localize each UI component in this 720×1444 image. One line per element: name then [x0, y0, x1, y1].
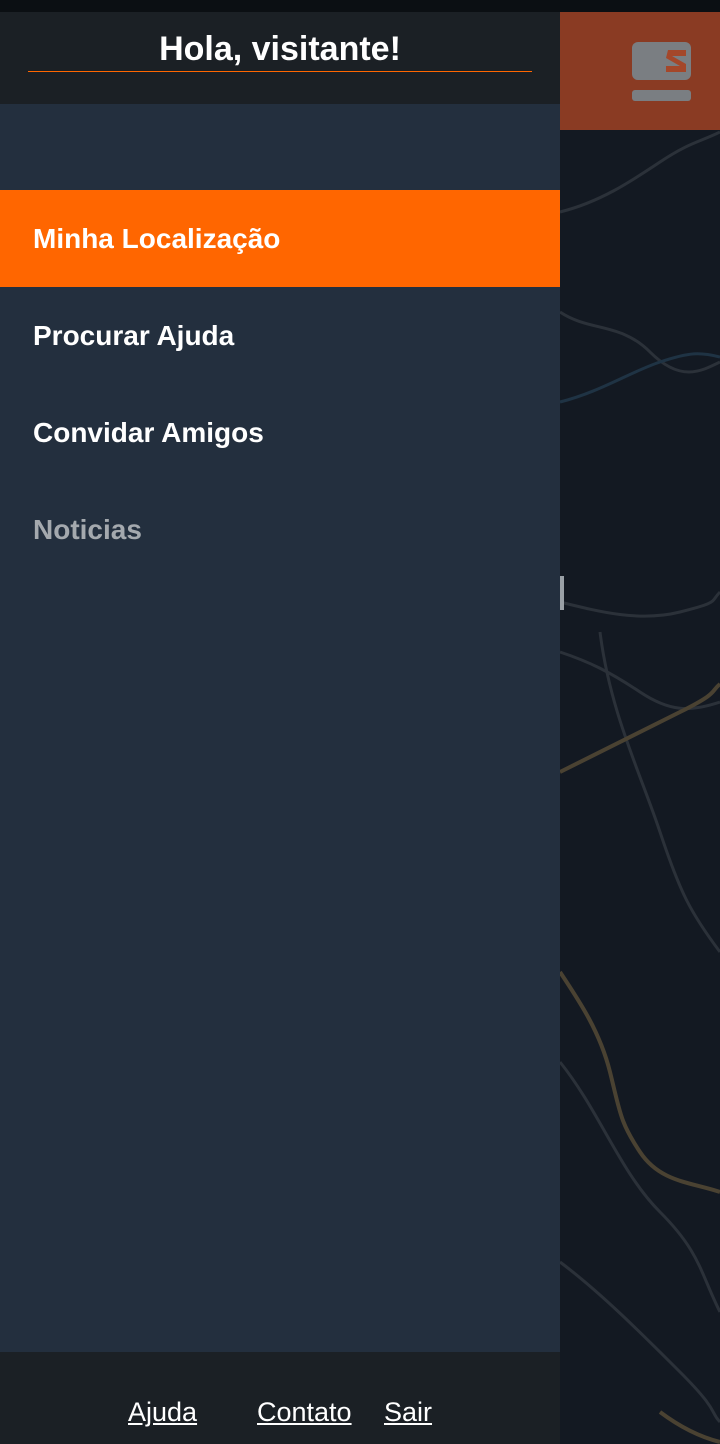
- greeting-title: Hola, visitante!: [159, 30, 401, 68]
- footer-link-ajuda[interactable]: Ajuda: [128, 1396, 197, 1428]
- menu-item-convidar-amigos[interactable]: Convidar Amigos: [0, 384, 560, 481]
- drawer-footer: Ajuda Contato Sair: [0, 1352, 560, 1444]
- footer-link-contato[interactable]: Contato: [257, 1396, 352, 1428]
- drawer-menu: Minha Localização Procurar Ajuda Convida…: [0, 190, 560, 578]
- menu-item-noticias: Noticias: [33, 513, 142, 545]
- header-divider: [28, 71, 532, 72]
- menu-item-procurar-ajuda[interactable]: Procurar Ajuda: [0, 287, 560, 384]
- app-screen: Hola, visitante! Minha Localização Procu…: [0, 0, 720, 1444]
- drawer-header: Hola, visitante!: [0, 12, 560, 104]
- drawer-drag-handle[interactable]: [560, 576, 564, 610]
- footer-link-sair[interactable]: Sair: [384, 1396, 432, 1428]
- status-bar: [0, 0, 720, 12]
- seat-logo-icon[interactable]: [632, 42, 691, 101]
- navigation-drawer: Hola, visitante! Minha Localização Procu…: [0, 12, 560, 1444]
- menu-item-minha-localizacao[interactable]: Minha Localização: [0, 190, 560, 287]
